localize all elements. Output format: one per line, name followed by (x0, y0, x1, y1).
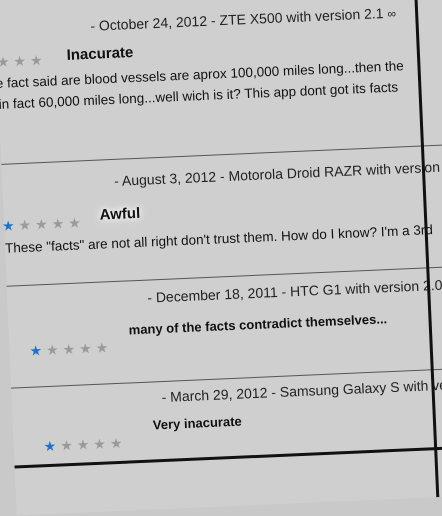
rating-stars: ★★★★★ (43, 435, 126, 456)
review-meta: - December 18, 2011 - HTC G1 with versio… (146, 276, 442, 306)
star-icon: ★ (51, 214, 69, 232)
star-icon: ★ (67, 214, 86, 231)
star-icon: ★ (34, 215, 53, 233)
star-icon: ★ (95, 339, 113, 356)
rating-stars: ★★★ (0, 52, 47, 71)
star-icon: ★ (43, 437, 61, 455)
star-icon: ★ (18, 216, 36, 234)
rating-stars: ★★★★★ (2, 214, 85, 235)
panel-border (413, 0, 442, 498)
review-meta: - August 3, 2012 - Motorola Droid RAZR w… (113, 158, 442, 189)
review-title: Very inacurate (152, 413, 242, 433)
star-icon: ★ (59, 436, 78, 454)
rating-stars: ★★★★★ (29, 339, 112, 360)
link-icon: ∞ (387, 6, 397, 21)
star-icon: ★ (0, 53, 14, 70)
review-title: Awful (99, 204, 141, 224)
star-icon: ★ (45, 341, 63, 359)
star-icon: ★ (78, 339, 97, 357)
star-icon: ★ (92, 435, 111, 453)
star-icon: ★ (76, 436, 94, 453)
star-icon: ★ (1, 217, 19, 234)
star-icon: ★ (62, 340, 80, 358)
star-icon: ★ (13, 52, 31, 70)
review-list: - October 24, 2012 - ZTE X500 with versi… (0, 0, 442, 516)
star-icon: ★ (29, 342, 47, 359)
review-title: Inacurate (66, 43, 134, 64)
star-icon: ★ (29, 51, 47, 69)
star-icon: ★ (109, 434, 127, 452)
review-title: many of the facts contradict themselves.… (128, 311, 388, 338)
review-meta: - October 24, 2012 - ZTE X500 with versi… (90, 5, 397, 34)
